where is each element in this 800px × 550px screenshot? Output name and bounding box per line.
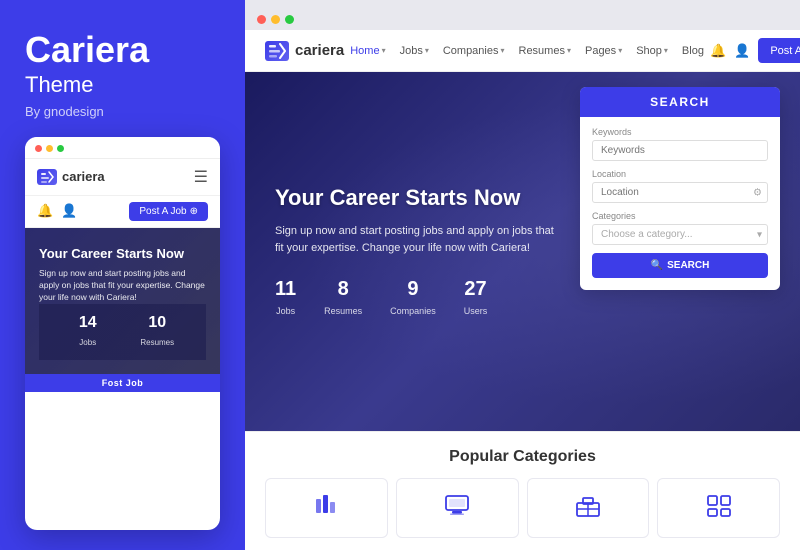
nav-bell-icon[interactable]: 🔔 — [710, 43, 726, 59]
bell-icon[interactable]: 🔔 — [37, 203, 53, 219]
hero-stat-jobs: 11 Jobs — [275, 278, 296, 319]
category-card-design[interactable] — [265, 478, 388, 538]
site-menu-pages[interactable]: Pages▾ — [579, 41, 628, 61]
site-hero: Your Career Starts Now Sign up now and s… — [245, 72, 800, 431]
site-logo-icon — [265, 41, 289, 61]
nav-user-icon[interactable]: 👤 — [734, 43, 750, 59]
site-menu-companies[interactable]: Companies▾ — [437, 41, 511, 61]
site-menu: Home▾ Jobs▾ Companies▾ Resumes▾ Pages▾ S… — [344, 41, 710, 61]
companies-chevron-icon: ▾ — [500, 46, 504, 55]
hero-stat-jobs-num: 11 — [275, 278, 296, 301]
brand-subtitle: Theme — [25, 72, 220, 98]
resumes-chevron-icon: ▾ — [567, 46, 571, 55]
mobile-nav: cariera ☰ — [25, 159, 220, 196]
categories-grid — [265, 478, 780, 538]
shop-chevron-icon: ▾ — [664, 46, 668, 55]
site-bottom: Popular Categories — [245, 431, 800, 550]
mobile-footer-label: Fost Job — [25, 374, 220, 392]
mobile-dot-yellow — [46, 145, 53, 152]
mobile-action-bar: 🔔 👤 Post A Job ⊕ — [25, 196, 220, 228]
hero-stat-resumes: 8 Resumes — [324, 278, 362, 319]
mobile-dots — [35, 145, 64, 152]
site-nav-actions: 🔔 👤 Post A Job ⊕ — [710, 38, 800, 63]
mobile-dot-green — [57, 145, 64, 152]
design-category-icon — [312, 491, 340, 525]
post-job-nav-button[interactable]: Post A Job ⊕ — [758, 38, 800, 63]
mobile-top-bar — [25, 137, 220, 159]
post-job-icon: ⊕ — [190, 206, 198, 217]
mobile-stat-resumes: 10 Resumes — [123, 314, 193, 350]
hero-stat-resumes-num: 8 — [324, 278, 362, 301]
site-menu-home[interactable]: Home▾ — [344, 41, 391, 61]
hero-stat-users: 27 Users — [464, 278, 488, 319]
tech-category-icon — [443, 491, 471, 525]
user-icon[interactable]: 👤 — [61, 203, 77, 219]
mobile-stat-resumes-num: 10 — [123, 314, 193, 332]
mobile-stats: 14 Jobs 10 Resumes — [39, 304, 206, 360]
hero-subtitle: Sign up now and start posting jobs and a… — [275, 223, 555, 258]
post-job-nav-label: Post A Job — [770, 45, 800, 57]
jobs-chevron-icon: ▾ — [425, 46, 429, 55]
site-menu-jobs[interactable]: Jobs▾ — [394, 41, 435, 61]
mobile-icons: 🔔 👤 — [37, 203, 77, 219]
site-menu-blog[interactable]: Blog — [676, 41, 710, 61]
mobile-dot-red — [35, 145, 42, 152]
category-card-business[interactable] — [527, 478, 650, 538]
browser-dot-red — [257, 15, 266, 24]
hero-title: Your Career Starts Now — [275, 184, 770, 213]
hero-stat-companies-label: Companies — [390, 306, 436, 316]
browser-dot-yellow — [271, 15, 280, 24]
category-card-finance[interactable] — [657, 478, 780, 538]
hero-content: Your Career Starts Now Sign up now and s… — [245, 72, 800, 431]
site-menu-shop[interactable]: Shop▾ — [630, 41, 674, 61]
brand-by: By gnodesign — [25, 104, 220, 119]
mobile-mockup: cariera ☰ 🔔 👤 Post A Job ⊕ Your Career S… — [25, 137, 220, 530]
mobile-stat-resumes-label: Resumes — [140, 338, 174, 347]
popular-categories-title: Popular Categories — [265, 448, 780, 466]
site-menu-resumes[interactable]: Resumes▾ — [513, 41, 577, 61]
hamburger-icon[interactable]: ☰ — [194, 167, 208, 187]
mobile-logo-icon — [37, 169, 57, 185]
finance-category-icon — [705, 491, 733, 525]
site-logo: cariera — [265, 41, 344, 61]
mobile-stat-jobs: 14 Jobs — [53, 314, 123, 350]
mobile-hero-title: Your Career Starts Now — [39, 246, 206, 263]
mobile-logo: cariera — [37, 169, 105, 185]
mobile-logo-text: cariera — [62, 169, 105, 184]
business-category-icon — [574, 491, 602, 525]
hero-stat-users-num: 27 — [464, 278, 488, 301]
mobile-stat-jobs-label: Jobs — [79, 338, 96, 347]
category-card-tech[interactable] — [396, 478, 519, 538]
mobile-hero: Your Career Starts Now Sign up now and s… — [25, 228, 220, 375]
hero-stat-resumes-label: Resumes — [324, 306, 362, 316]
left-panel: Cariera Theme By gnodesign — [0, 0, 245, 550]
hero-stat-jobs-label: Jobs — [276, 306, 295, 316]
mobile-post-job-label: Post A Job — [139, 206, 186, 217]
home-chevron-icon: ▾ — [382, 46, 386, 55]
website-preview: cariera Home▾ Jobs▾ Companies▾ Resumes▾ … — [245, 30, 800, 550]
right-panel: cariera Home▾ Jobs▾ Companies▾ Resumes▾ … — [245, 0, 800, 550]
browser-dot-green — [285, 15, 294, 24]
mobile-hero-subtitle: Sign up now and start posting jobs and a… — [39, 268, 206, 304]
hero-stats: 11 Jobs 8 Resumes 9 Companies 27 Users — [275, 278, 770, 319]
mobile-post-job-button[interactable]: Post A Job ⊕ — [129, 202, 208, 221]
site-logo-text: cariera — [295, 42, 344, 59]
mobile-stat-jobs-num: 14 — [53, 314, 123, 332]
hero-stat-users-label: Users — [464, 306, 488, 316]
hero-stat-companies-num: 9 — [390, 278, 436, 301]
hero-stat-companies: 9 Companies — [390, 278, 436, 319]
browser-chrome — [245, 0, 800, 30]
pages-chevron-icon: ▾ — [618, 46, 622, 55]
site-nav: cariera Home▾ Jobs▾ Companies▾ Resumes▾ … — [245, 30, 800, 72]
brand-title: Cariera — [25, 30, 220, 70]
browser-dots — [257, 15, 294, 24]
mobile-hero-content: Your Career Starts Now Sign up now and s… — [39, 246, 206, 305]
